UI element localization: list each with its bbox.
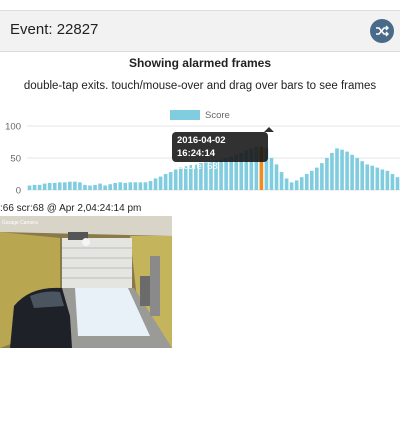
frame-overlay-text: Garage Camera bbox=[2, 220, 38, 226]
score-bar[interactable] bbox=[83, 184, 87, 190]
score-bar[interactable] bbox=[375, 167, 380, 190]
y-tick-label: 0 bbox=[16, 186, 21, 196]
header-bar: Event: 22827 bbox=[0, 10, 400, 52]
score-bar[interactable] bbox=[304, 174, 309, 190]
score-bar[interactable] bbox=[269, 158, 274, 190]
score-bar[interactable] bbox=[88, 185, 92, 190]
y-tick-label: 100 bbox=[5, 122, 21, 133]
score-bar[interactable] bbox=[98, 183, 102, 190]
score-bar[interactable] bbox=[395, 177, 400, 190]
score-bar[interactable] bbox=[309, 170, 314, 190]
score-bar[interactable] bbox=[335, 148, 339, 190]
score-bar[interactable] bbox=[315, 167, 319, 190]
shuffle-icon bbox=[376, 25, 389, 37]
score-bar[interactable] bbox=[340, 149, 344, 190]
score-bar[interactable] bbox=[57, 182, 62, 190]
score-bar[interactable] bbox=[62, 182, 67, 190]
score-bar[interactable] bbox=[390, 174, 395, 190]
score-bar[interactable] bbox=[103, 185, 107, 190]
score-bar[interactable] bbox=[128, 182, 133, 190]
score-bar[interactable] bbox=[163, 174, 168, 190]
score-bar[interactable] bbox=[299, 177, 304, 190]
score-bar[interactable] bbox=[133, 182, 138, 190]
score-bar[interactable] bbox=[325, 158, 329, 190]
score-bar[interactable] bbox=[320, 163, 324, 190]
y-tick-label: 50 bbox=[10, 154, 21, 165]
garage-scene: Garage Camera bbox=[0, 216, 172, 348]
score-bar[interactable] bbox=[360, 161, 365, 190]
score-bar[interactable] bbox=[52, 182, 57, 190]
frame-caption: :66 scr:68 @ Apr 2,04:24:14 pm bbox=[0, 203, 142, 214]
score-bar[interactable] bbox=[153, 178, 158, 190]
score-bar[interactable] bbox=[32, 184, 37, 190]
score-bar[interactable] bbox=[37, 184, 42, 190]
score-bar[interactable] bbox=[138, 182, 143, 190]
score-bar[interactable] bbox=[78, 182, 82, 190]
score-bar[interactable] bbox=[380, 169, 385, 190]
score-bar[interactable] bbox=[42, 183, 47, 190]
score-bar[interactable] bbox=[118, 182, 123, 190]
score-bar[interactable] bbox=[294, 180, 299, 190]
score-bar[interactable] bbox=[148, 181, 153, 190]
score-bar[interactable] bbox=[365, 164, 370, 190]
score-bar[interactable] bbox=[68, 181, 72, 190]
score-bar[interactable] bbox=[108, 184, 112, 190]
camera-frame-image[interactable]: Garage Camera bbox=[0, 216, 172, 348]
tooltip-arrow bbox=[264, 127, 274, 132]
score-bar[interactable] bbox=[385, 170, 390, 190]
score-bar[interactable] bbox=[345, 151, 349, 190]
chart-hint: double-tap exits. touch/mouse-over and d… bbox=[23, 80, 377, 92]
score-bar[interactable] bbox=[47, 182, 52, 190]
event-title: Event: 22827 bbox=[10, 21, 99, 38]
legend-swatch bbox=[170, 110, 200, 120]
score-bar[interactable] bbox=[168, 172, 173, 190]
score-bar[interactable] bbox=[93, 184, 97, 190]
score-bar[interactable] bbox=[274, 164, 279, 190]
tooltip-date: 2016-04-02 16:24:14 bbox=[177, 135, 226, 159]
score-bar[interactable] bbox=[289, 182, 294, 190]
tooltip-score: Score: 68 bbox=[177, 161, 218, 172]
score-bar[interactable] bbox=[143, 182, 148, 190]
score-bar[interactable] bbox=[27, 185, 32, 190]
toggle-view-button[interactable] bbox=[370, 19, 394, 43]
score-bar[interactable] bbox=[330, 152, 334, 190]
chart-subtitle: Showing alarmed frames bbox=[128, 56, 272, 70]
score-bar[interactable] bbox=[279, 172, 284, 190]
score-bar[interactable] bbox=[158, 176, 163, 190]
score-bar[interactable] bbox=[355, 158, 359, 190]
legend-label: Score bbox=[205, 109, 230, 121]
score-bar[interactable] bbox=[113, 182, 118, 190]
score-bar[interactable] bbox=[123, 182, 128, 190]
bar-tooltip: 2016-04-02 16:24:14 Score: 68 bbox=[172, 127, 274, 172]
score-bar[interactable] bbox=[73, 181, 77, 190]
score-bar[interactable] bbox=[350, 154, 354, 190]
score-bar[interactable] bbox=[284, 178, 289, 190]
score-bar[interactable] bbox=[370, 165, 375, 190]
